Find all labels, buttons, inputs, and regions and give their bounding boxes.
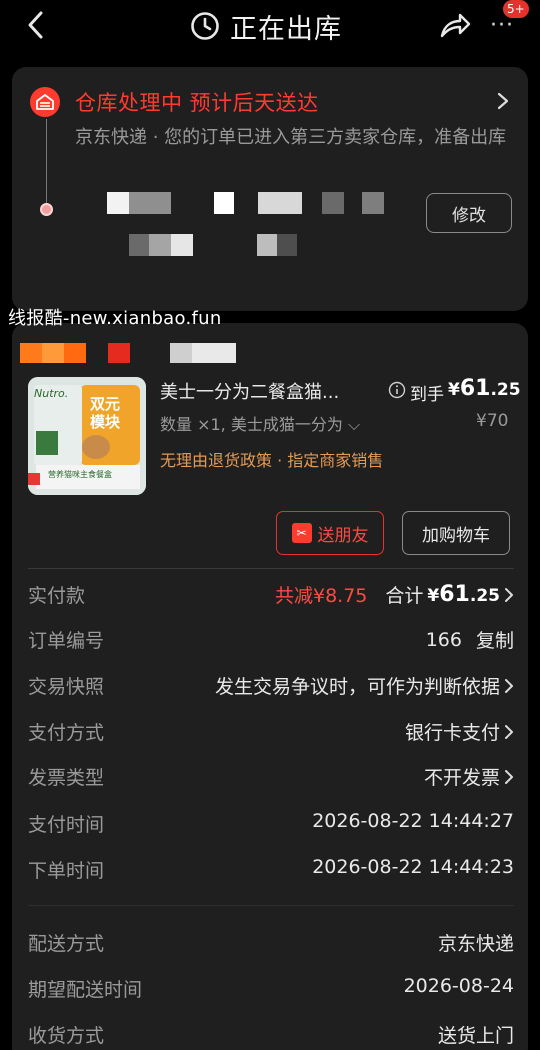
info-icon[interactable] xyxy=(388,381,406,399)
expected-delivery-value: 2026-08-24 xyxy=(403,975,514,997)
share-icon[interactable] xyxy=(438,8,472,42)
invoice-type-value: 不开发票 xyxy=(423,767,500,789)
status-description: 京东快递 · 您的订单已进入第三方卖家仓库，准备出库 xyxy=(75,127,507,148)
snapshot-row[interactable]: 交易快照 发生交易争议时，可作为判断依据 xyxy=(28,672,514,702)
order-time-row: 下单时间 2026-08-22 14:44:23 xyxy=(28,856,514,886)
title-group: 正在出库 xyxy=(190,6,342,46)
price-label: 到手 xyxy=(410,385,444,405)
chevron-right-icon xyxy=(505,769,513,784)
discount-amount: 共减¥8.75 xyxy=(274,585,368,607)
product-spec[interactable]: 数量 ×1, 美士成猫一分为 ⌵ xyxy=(160,411,360,435)
order-number-row: 订单编号 166 复制 xyxy=(28,626,514,656)
expected-delivery-label: 期望配送时间 xyxy=(28,979,143,1001)
divider xyxy=(28,905,514,906)
add-to-cart-button[interactable]: 加购物车 xyxy=(402,511,510,555)
delivery-method-label: 配送方式 xyxy=(28,933,105,955)
svg-text:Nutro.: Nutro. xyxy=(34,387,68,400)
chevron-right-icon xyxy=(505,678,513,693)
product-price: ¥61.25 xyxy=(448,376,521,401)
product-image[interactable]: Nutro. 双元 模块 营养猫咪主食餐盒 xyxy=(28,377,146,495)
receive-method-value: 送货上门 xyxy=(437,1025,514,1047)
shipping-status-card[interactable]: 仓库处理中 预计后天送达 京东快递 · 您的订单已进入第三方卖家仓库，准备出库 … xyxy=(12,67,528,311)
order-time-label: 下单时间 xyxy=(28,860,105,882)
back-icon[interactable] xyxy=(22,10,52,40)
total-amount: ¥61.25 xyxy=(427,582,500,607)
svg-text:营养猫咪主食餐盒: 营养猫咪主食餐盒 xyxy=(48,469,112,479)
chevron-right-icon[interactable] xyxy=(496,91,510,111)
return-policy: 无理由退货政策 · 指定商家销售 xyxy=(160,451,384,470)
total-label: 合计 xyxy=(385,585,424,607)
timeline-dot xyxy=(40,203,53,216)
svg-text:双元: 双元 xyxy=(90,395,120,413)
snapshot-value: 发生交易争议时，可作为判断依据 xyxy=(214,676,500,698)
order-detail-card: Nutro. 双元 模块 营养猫咪主食餐盒 美士一分为二餐盒猫... 到手 ¥6… xyxy=(12,323,528,1050)
payment-method-label: 支付方式 xyxy=(28,722,105,744)
product-photo: Nutro. 双元 模块 营养猫咪主食餐盒 xyxy=(28,377,146,495)
pay-time-row: 支付时间 2026-08-22 14:44:27 xyxy=(28,810,514,840)
delivery-method-value: 京东快递 xyxy=(437,933,514,955)
invoice-type-label: 发票类型 xyxy=(28,767,105,789)
gift-button[interactable]: ✂ 送朋友 xyxy=(276,511,384,555)
clock-icon xyxy=(191,12,219,40)
pay-time-label: 支付时间 xyxy=(28,814,105,836)
delivery-method-row: 配送方式 京东快递 xyxy=(28,929,514,959)
copy-button[interactable]: 复制 xyxy=(476,626,514,653)
expected-delivery-row: 期望配送时间 2026-08-24 xyxy=(28,975,514,1005)
chevron-right-icon xyxy=(505,724,513,739)
page-title: 正在出库 xyxy=(230,13,342,45)
order-number-label: 订单编号 xyxy=(28,630,105,652)
modify-address-button[interactable]: 修改 xyxy=(426,193,512,233)
watermark-text: 线报酷-new.xianbao.fun xyxy=(8,308,222,329)
payment-method-value: 银行卡支付 xyxy=(404,722,500,744)
notification-badge: 5+ xyxy=(503,0,529,18)
invoice-type-row[interactable]: 发票类型 不开发票 xyxy=(28,763,514,793)
snapshot-label: 交易快照 xyxy=(28,676,105,698)
chevron-right-icon xyxy=(505,587,513,602)
receive-method-row: 收货方式 送货上门 xyxy=(28,1021,514,1050)
svg-text:模块: 模块 xyxy=(90,413,121,431)
chevron-down-icon: ⌵ xyxy=(347,415,361,434)
timeline-line xyxy=(46,119,47,209)
status-title: 仓库处理中 预计后天送达 xyxy=(75,91,319,115)
receive-method-label: 收货方式 xyxy=(28,1025,105,1047)
warehouse-icon xyxy=(30,87,60,117)
product-name[interactable]: 美士一分为二餐盒猫... xyxy=(160,378,339,404)
payment-method-row[interactable]: 支付方式 银行卡支付 xyxy=(28,718,514,748)
order-time-value: 2026-08-22 14:44:23 xyxy=(312,856,514,878)
gift-icon: ✂ xyxy=(291,523,312,543)
top-bar: 正在出库 ··· 5+ xyxy=(0,0,540,52)
original-price: ¥70 xyxy=(476,411,509,431)
order-number-value: 166 xyxy=(425,628,462,651)
pay-time-value: 2026-08-22 14:44:27 xyxy=(312,810,514,832)
paid-label: 实付款 xyxy=(28,585,86,607)
divider xyxy=(28,568,514,569)
paid-amount-row[interactable]: 实付款 共减¥8.75 合计 ¥61.25 xyxy=(28,581,514,611)
